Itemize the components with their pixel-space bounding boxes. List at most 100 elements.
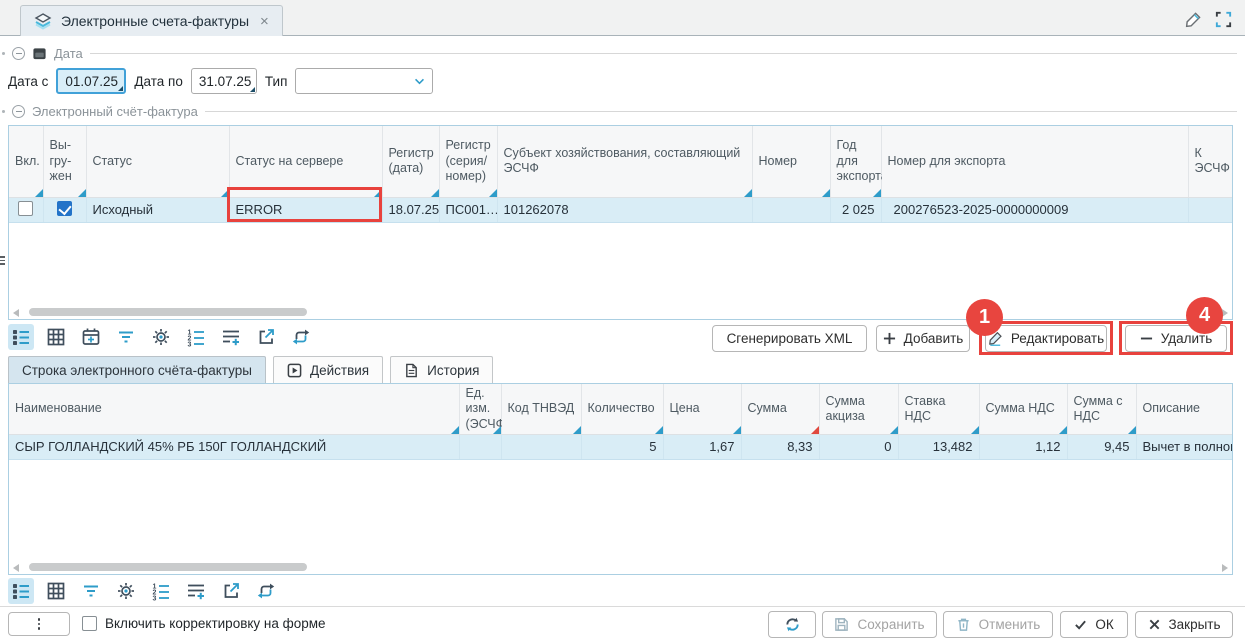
- detail-hscrollbar[interactable]: [9, 562, 1232, 572]
- splitter-handle[interactable]: [0, 256, 7, 265]
- collapse-icon[interactable]: [12, 105, 25, 118]
- col-register-series[interactable]: Регистр (серия/номер): [439, 126, 497, 197]
- scroll-right-icon[interactable]: [1222, 564, 1228, 572]
- tnved-cell: [501, 434, 581, 459]
- col-included[interactable]: Вкл.: [9, 126, 43, 197]
- gear-icon[interactable]: [148, 324, 174, 350]
- date-from-input[interactable]: 01.07.25: [56, 68, 126, 94]
- close-icon: [1148, 618, 1161, 631]
- app-window: Электронные счета-фактуры ×: [0, 0, 1245, 640]
- invoices-hscrollbar[interactable]: [9, 307, 1232, 317]
- col-amount-with-vat[interactable]: Сумма с НДС: [1067, 384, 1136, 434]
- ok-button[interactable]: ОК: [1060, 611, 1128, 638]
- add-button[interactable]: Добавить: [876, 325, 970, 352]
- tab-actions[interactable]: Действия: [273, 356, 383, 383]
- detail-toolbar: 123: [8, 578, 279, 604]
- unit-cell: [459, 434, 501, 459]
- adjustment-checkbox-label: Включить корректировку на форме: [105, 616, 326, 631]
- tab-history[interactable]: История: [390, 356, 493, 383]
- refresh-button[interactable]: [768, 611, 816, 638]
- filter-icon[interactable]: [78, 578, 104, 604]
- repeat-icon[interactable]: [288, 324, 314, 350]
- fullscreen-icon[interactable]: [1214, 10, 1233, 29]
- description-cell[interactable]: Вычет в полном: [1136, 434, 1233, 459]
- date-group-label: Дата: [54, 46, 83, 61]
- col-quantity[interactable]: Количество: [581, 384, 663, 434]
- col-to-eschf[interactable]: К ЭСЧФ: [1188, 126, 1233, 197]
- svg-text:3: 3: [188, 342, 192, 348]
- tab-invoice-line[interactable]: Строка электронного счёта-фактуры: [8, 356, 266, 383]
- cancel-button[interactable]: Отменить: [943, 611, 1053, 638]
- register-series-cell: ПС001…: [439, 197, 497, 222]
- document-icon: [404, 363, 419, 378]
- col-amount[interactable]: Сумма: [741, 384, 819, 434]
- invoices-table: Вкл. Вы-гру-жен Статус Статус на сервере…: [8, 125, 1233, 320]
- to-eschf-cell: [1188, 197, 1233, 222]
- vat-amount-cell: 1,12: [979, 434, 1067, 459]
- tab-title: Электронные счета-фактуры: [61, 13, 249, 29]
- refresh-icon: [784, 616, 801, 633]
- save-icon: [834, 617, 849, 632]
- open-external-icon[interactable]: [253, 324, 279, 350]
- col-tnved[interactable]: Код ТНВЭД: [501, 384, 581, 434]
- uploaded-checkbox[interactable]: [57, 201, 72, 216]
- add-rows-icon[interactable]: [218, 324, 244, 350]
- invoice-row[interactable]: Исходный ERROR 18.07.25 ПС001… 101262078…: [9, 197, 1233, 222]
- tab-close-icon[interactable]: ×: [260, 13, 269, 30]
- col-number[interactable]: Номер: [752, 126, 830, 197]
- calendar-icon[interactable]: [78, 324, 104, 350]
- col-export-year[interactable]: Год для экспорта: [830, 126, 881, 197]
- list-view-icon[interactable]: [8, 578, 34, 604]
- col-vat-rate[interactable]: Ставка НДС: [898, 384, 979, 434]
- col-uploaded[interactable]: Вы-гру-жен: [43, 126, 86, 197]
- scroll-left-icon[interactable]: [13, 564, 19, 572]
- detail-row[interactable]: СЫР ГОЛЛАНДСКИЙ 45% РБ 150Г ГОЛЛАНДСКИЙ …: [9, 434, 1233, 459]
- invoice-group-header: Электронный счёт-фактура: [0, 103, 1245, 119]
- open-external-icon[interactable]: [218, 578, 244, 604]
- col-price[interactable]: Цена: [663, 384, 741, 434]
- excise-cell: 0: [819, 434, 898, 459]
- included-checkbox[interactable]: [18, 201, 33, 216]
- generate-xml-button[interactable]: Сгенерировать XML: [712, 325, 867, 352]
- filter-icon[interactable]: [113, 324, 139, 350]
- grid-view-icon[interactable]: [43, 578, 69, 604]
- list-view-icon[interactable]: [8, 324, 34, 350]
- gear-icon[interactable]: [113, 578, 139, 604]
- error-annotation-box: [227, 187, 382, 222]
- col-status[interactable]: Статус: [86, 126, 229, 197]
- detail-table: Наименование Ед. изм. (ЭСЧФ) Код ТНВЭД К…: [8, 383, 1233, 575]
- collapse-icon[interactable]: [12, 47, 25, 60]
- svg-text:3: 3: [153, 596, 157, 602]
- col-name[interactable]: Наименование: [9, 384, 459, 434]
- adjustment-checkbox[interactable]: [82, 616, 97, 631]
- numbered-list-icon[interactable]: 123: [183, 324, 209, 350]
- quantity-cell: 5: [581, 434, 663, 459]
- col-export-number[interactable]: Номер для экспорта: [881, 126, 1188, 197]
- add-rows-icon[interactable]: [183, 578, 209, 604]
- type-select[interactable]: [295, 68, 433, 94]
- scroll-left-icon[interactable]: [13, 309, 19, 317]
- save-button[interactable]: Сохранить: [822, 611, 937, 638]
- col-description[interactable]: Описание: [1136, 384, 1233, 434]
- col-excise[interactable]: Сумма акциза: [819, 384, 898, 434]
- date-to-input[interactable]: 31.07.25: [191, 68, 257, 94]
- register-date-cell: 18.07.25: [382, 197, 439, 222]
- number-cell: [752, 197, 830, 222]
- tab-electronic-invoices[interactable]: Электронные счета-фактуры ×: [20, 5, 283, 36]
- filter-row: Дата с 01.07.25 Дата по 31.07.25 Тип: [8, 67, 433, 95]
- more-options-button[interactable]: [8, 612, 70, 636]
- numbered-list-icon[interactable]: 123: [148, 578, 174, 604]
- grid-view-icon[interactable]: [43, 324, 69, 350]
- edit-form-icon[interactable]: [1184, 10, 1203, 29]
- col-subject[interactable]: Субъект хозяйствования, составляющий ЭСЧ…: [497, 126, 752, 197]
- layers-icon: [34, 13, 52, 30]
- col-unit[interactable]: Ед. изм. (ЭСЧФ): [459, 384, 501, 434]
- date-from-label: Дата с: [8, 74, 48, 89]
- chevron-down-icon: [414, 78, 425, 85]
- col-vat-amount[interactable]: Сумма НДС: [979, 384, 1067, 434]
- col-register-date[interactable]: Регистр (дата): [382, 126, 439, 197]
- vat-rate-cell: 13,482: [898, 434, 979, 459]
- repeat-icon[interactable]: [253, 578, 279, 604]
- close-button[interactable]: Закрыть: [1135, 611, 1233, 638]
- annotation-badge-1: 1: [966, 299, 1003, 336]
